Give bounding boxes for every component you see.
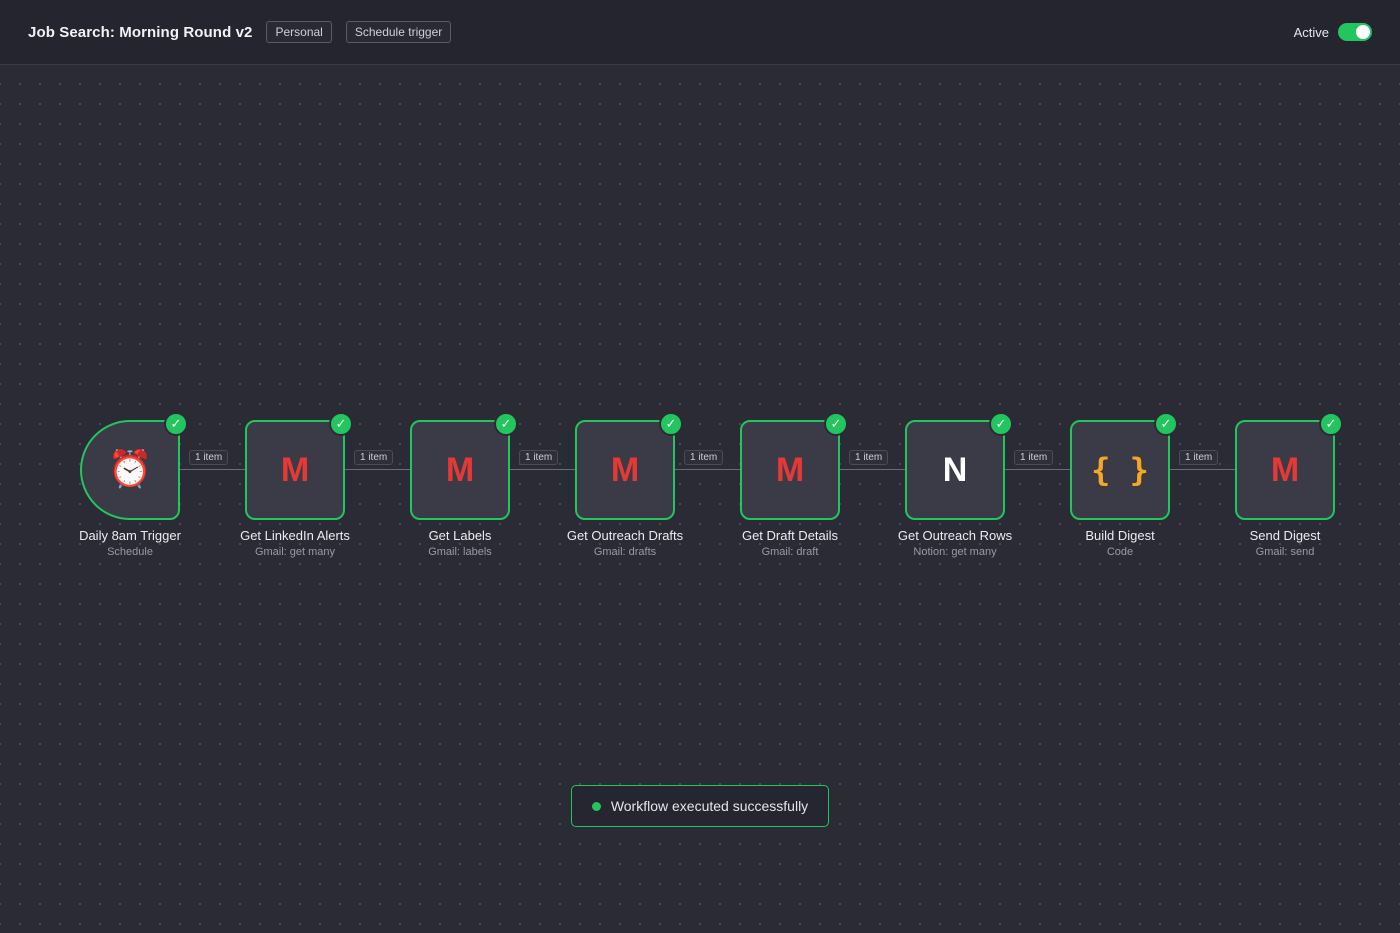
node-label: Get Outreach Rows <box>897 528 1013 543</box>
success-check-icon: ✓ <box>164 412 188 436</box>
gmail-icon: M <box>1270 451 1300 489</box>
node-get-labels[interactable]: M ✓ <box>410 412 518 520</box>
connection-line[interactable] <box>510 469 575 470</box>
connection-line[interactable] <box>840 469 905 470</box>
success-check-icon: ✓ <box>659 412 683 436</box>
item-count-badge: 1 item <box>849 450 889 465</box>
node-label: Build Digest <box>1085 528 1155 543</box>
connection-line[interactable] <box>345 469 410 470</box>
toast-message: Workflow executed successfully <box>610 798 809 814</box>
gmail-icon: M <box>445 451 475 489</box>
active-control: Active <box>1294 23 1372 41</box>
node-label: Get LinkedIn Alerts <box>240 528 350 543</box>
success-check-icon: ✓ <box>1154 412 1178 436</box>
success-check-icon: ✓ <box>329 412 353 436</box>
item-count-badge: 1 item <box>1014 450 1054 465</box>
node-send-digest[interactable]: M ✓ <box>1235 412 1343 520</box>
tag-schedule-trigger[interactable]: Schedule trigger <box>345 21 452 43</box>
node-subtitle: Gmail: send <box>1255 546 1315 558</box>
connection-line[interactable] <box>180 469 245 470</box>
success-dot-icon <box>591 801 601 811</box>
node-subtitle: Gmail: labels <box>428 546 492 558</box>
success-check-icon: ✓ <box>494 412 518 436</box>
node-subtitle: Gmail: draft <box>761 546 819 558</box>
node-subtitle: Gmail: get many <box>254 546 336 558</box>
node-label: Get Outreach Drafts <box>566 528 684 543</box>
node-subtitle: Gmail: drafts <box>593 546 657 558</box>
item-count-badge: 1 item <box>519 450 559 465</box>
node-label: Get Labels <box>428 528 492 543</box>
gmail-icon: M <box>610 451 640 489</box>
node-label: Daily 8am Trigger <box>79 528 181 543</box>
node-build-digest[interactable]: { } ✓ <box>1070 412 1178 520</box>
node-subtitle: Notion: get many <box>913 546 997 558</box>
tag-personal[interactable]: Personal <box>266 21 332 43</box>
toggle-knob <box>1356 25 1370 39</box>
node-daily-8am-trigger[interactable]: ⏰ ✓ <box>80 412 188 520</box>
gmail-icon: M <box>280 451 310 489</box>
item-count-badge: 1 item <box>684 450 724 465</box>
alarm-clock-icon: ⏰ <box>107 449 153 490</box>
item-count-badge: 1 item <box>354 450 394 465</box>
node-get-linkedin-alerts[interactable]: M ✓ <box>245 412 353 520</box>
node-get-outreach-drafts[interactable]: M ✓ <box>575 412 683 520</box>
success-check-icon: ✓ <box>1319 412 1343 436</box>
node-label: Send Digest <box>1249 528 1321 543</box>
node-label: Get Draft Details <box>741 528 839 543</box>
workflow-header: Job Search: Morning Round v2 Personal Sc… <box>0 0 1400 65</box>
success-check-icon: ✓ <box>989 412 1013 436</box>
active-toggle[interactable] <box>1338 23 1372 41</box>
notion-icon: N <box>942 451 968 489</box>
node-subtitle: Schedule <box>107 546 153 558</box>
connection-line[interactable] <box>675 469 740 470</box>
item-count-badge: 1 item <box>189 450 229 465</box>
node-subtitle: Code <box>1106 546 1134 558</box>
node-get-outreach-rows[interactable]: N ✓ <box>905 412 1013 520</box>
item-count-badge: 1 item <box>1179 450 1219 465</box>
node-get-draft-details[interactable]: M ✓ <box>740 412 848 520</box>
connection-line[interactable] <box>1170 469 1235 470</box>
connection-line[interactable] <box>1005 469 1070 470</box>
code-icon: { } <box>1091 451 1149 489</box>
success-toast: Workflow executed successfully <box>571 785 829 827</box>
success-check-icon: ✓ <box>824 412 848 436</box>
active-label: Active <box>1293 24 1329 40</box>
workflow-title[interactable]: Job Search: Morning Round v2 <box>28 24 252 41</box>
gmail-icon: M <box>775 451 805 489</box>
